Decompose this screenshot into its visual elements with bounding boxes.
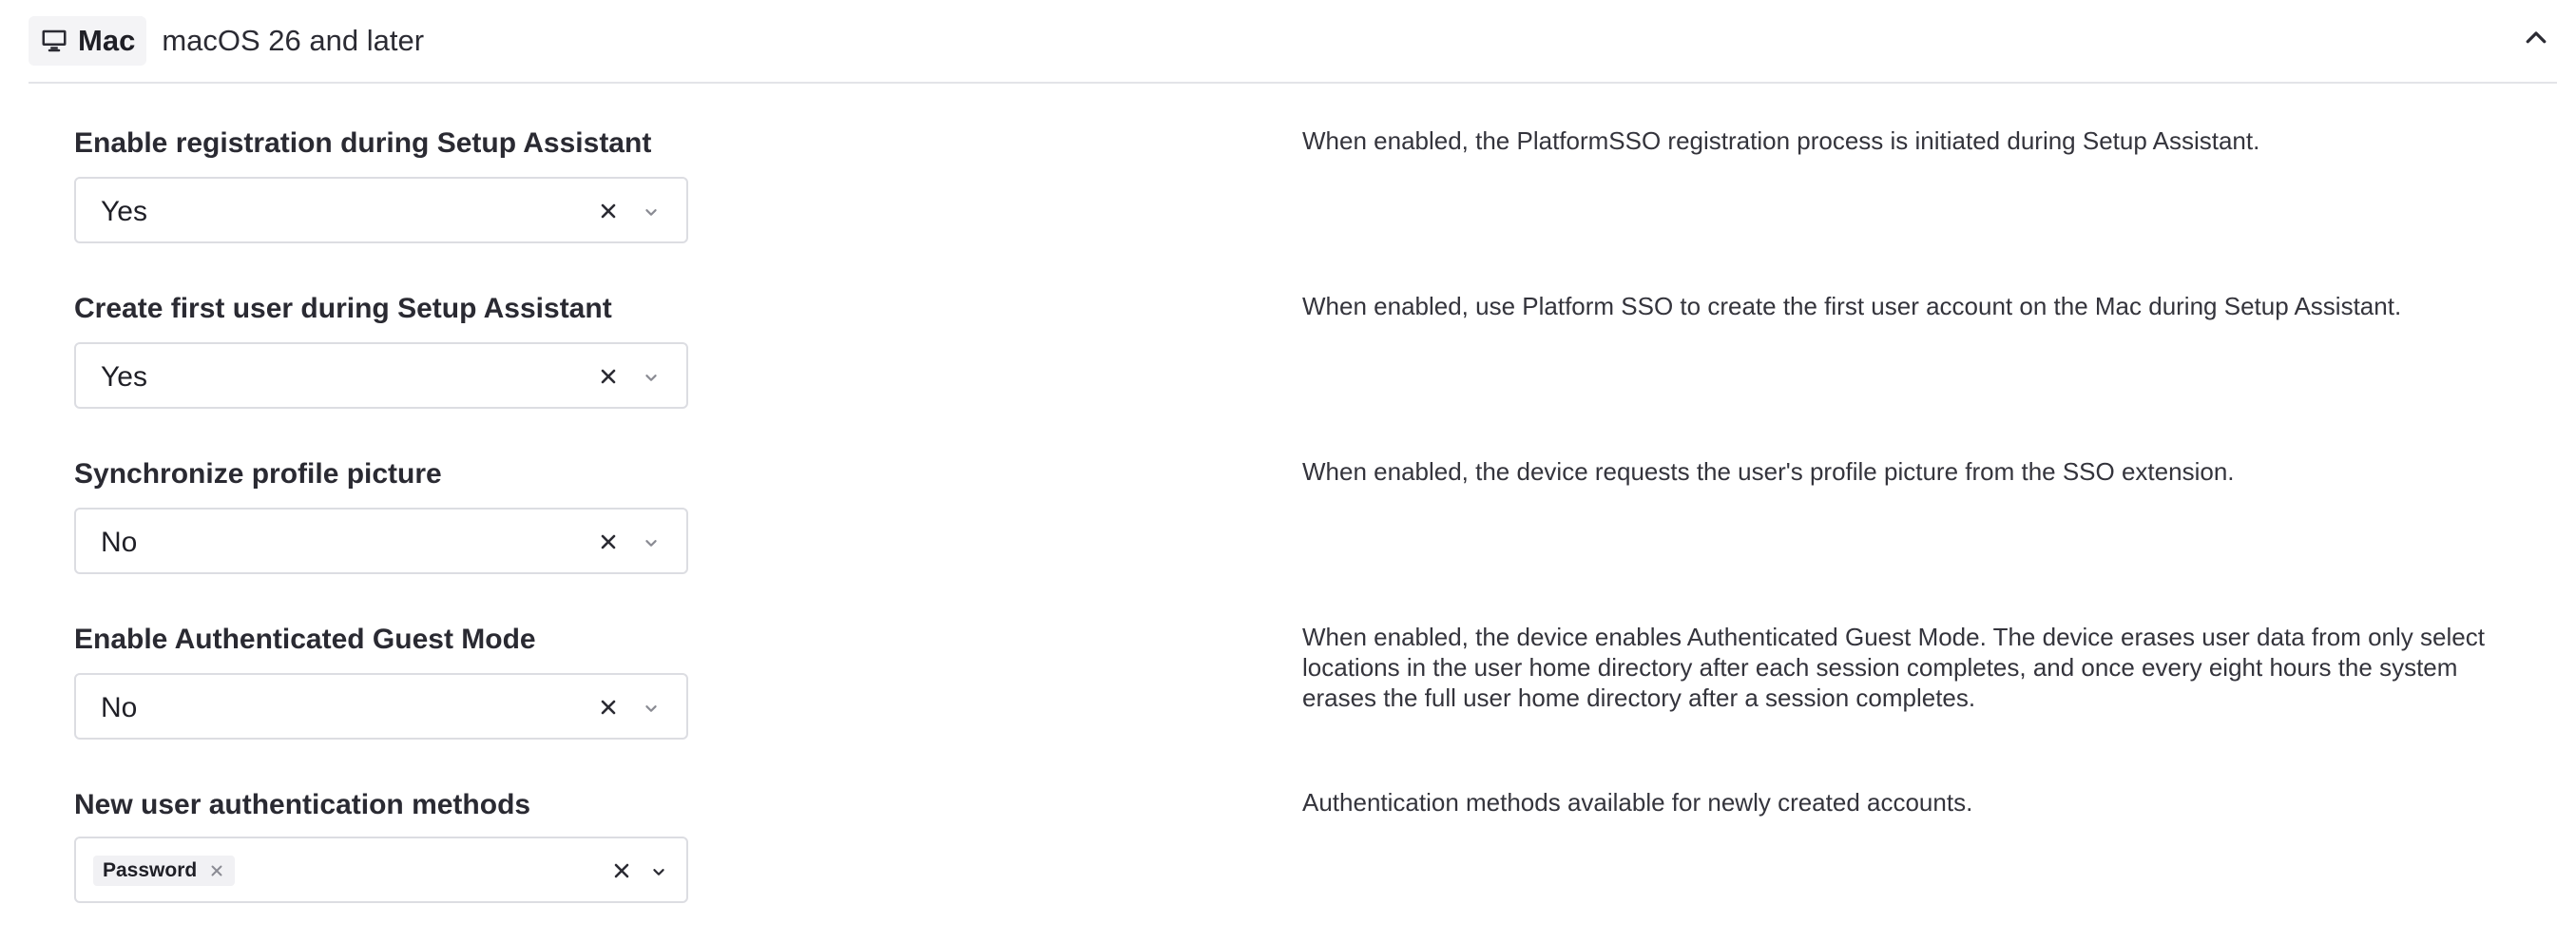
chevron-down-icon[interactable] bbox=[641, 532, 662, 553]
clear-x-icon[interactable] bbox=[597, 365, 620, 388]
chevron-down-icon[interactable] bbox=[648, 861, 669, 882]
os-version-label: macOS 26 and later bbox=[162, 24, 425, 57]
selected-tag: Password bbox=[93, 856, 236, 886]
chevron-up-icon bbox=[2522, 24, 2550, 57]
create-first-user-select[interactable]: Yes bbox=[74, 342, 688, 409]
select-value: Yes bbox=[101, 196, 147, 227]
tag-label: Password bbox=[103, 859, 198, 881]
chevron-down-icon[interactable] bbox=[641, 202, 662, 222]
collapse-button[interactable] bbox=[2515, 19, 2557, 61]
select-value: No bbox=[101, 527, 138, 558]
platform-chip: Mac bbox=[29, 16, 147, 66]
enable-registration-select[interactable]: Yes bbox=[74, 177, 688, 243]
platform-name: Mac bbox=[78, 24, 136, 57]
setting-description: When enabled, the PlatformSSO registrati… bbox=[1302, 126, 2260, 155]
setting-description: Authentication methods available for new… bbox=[1302, 788, 1973, 817]
desktop-monitor-icon bbox=[40, 27, 68, 55]
clear-x-icon[interactable] bbox=[597, 696, 620, 719]
sync-profile-picture-select[interactable]: No bbox=[74, 508, 688, 574]
setting-description: When enabled, the device requests the us… bbox=[1302, 457, 2235, 486]
clear-x-icon[interactable] bbox=[610, 859, 633, 882]
chevron-down-icon[interactable] bbox=[641, 698, 662, 719]
setting-description: When enabled, the device enables Authent… bbox=[1302, 623, 2485, 712]
setting-description: When enabled, use Platform SSO to create… bbox=[1302, 292, 2402, 320]
chevron-down-icon[interactable] bbox=[641, 367, 662, 388]
clear-x-icon[interactable] bbox=[597, 530, 620, 553]
setting-label: Synchronize profile picture bbox=[74, 458, 442, 490]
authenticated-guest-mode-select[interactable]: No bbox=[74, 673, 688, 740]
setting-label: Create first user during Setup Assistant bbox=[74, 293, 612, 324]
setting-label: Enable Authenticated Guest Mode bbox=[74, 624, 536, 655]
setting-label: Enable registration during Setup Assista… bbox=[74, 127, 652, 159]
select-value: Yes bbox=[101, 361, 147, 393]
clear-x-icon[interactable] bbox=[597, 200, 620, 222]
auth-methods-multiselect[interactable]: Password bbox=[74, 837, 688, 903]
platform-section-header[interactable]: Mac macOS 26 and later bbox=[29, 0, 2557, 84]
setting-label: New user authentication methods bbox=[74, 789, 531, 820]
tag-remove-x-icon[interactable] bbox=[208, 862, 225, 879]
select-value: No bbox=[101, 692, 138, 723]
